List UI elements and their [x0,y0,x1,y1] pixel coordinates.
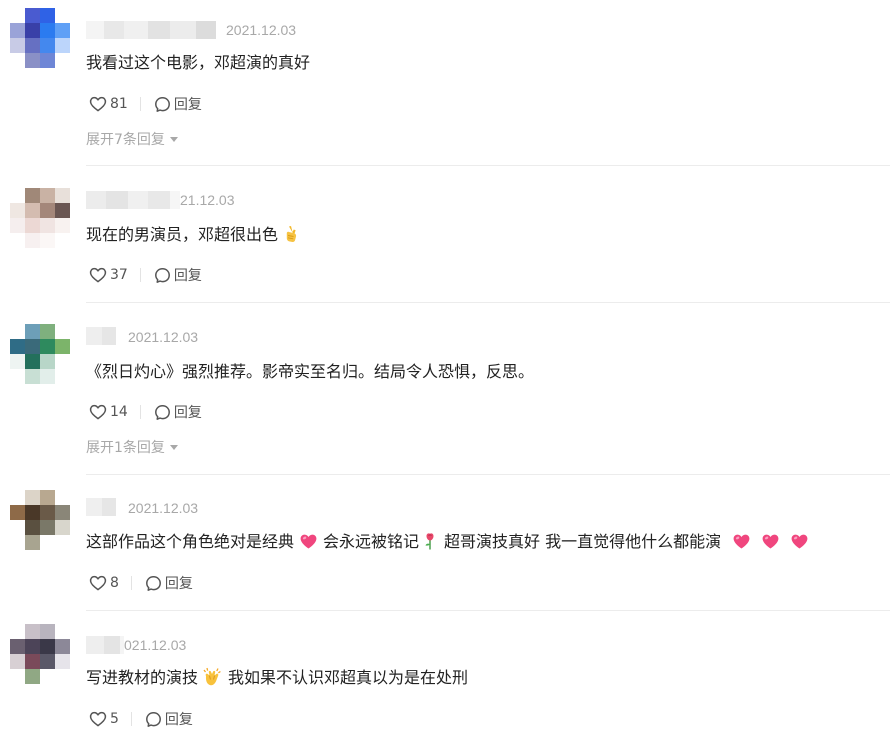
clapping-hands-emoji-icon [203,667,221,686]
expand-replies-label: 展开1条回复 [86,440,165,456]
comment-bubble-icon [154,404,171,421]
avatar[interactable] [10,324,70,384]
heart-outline-icon [89,711,107,727]
action-separator [139,97,141,111]
comment-date: 2021.12.03 [226,22,297,38]
comment-bubble-icon [145,575,162,592]
caret-down-icon [169,444,178,450]
comment-actions: 8 回复 [89,573,193,593]
crossed-fingers-emoji-icon [286,226,297,243]
like-button[interactable]: 81 [89,96,128,112]
username-blurred[interactable] [86,191,180,209]
heart-outline-icon [89,96,107,112]
pink-heart-emoji-icon [300,534,317,549]
reply-label: 回复 [173,97,202,113]
pink-heart-emoji-icon [791,534,808,549]
heart-outline-icon [89,404,107,420]
like-button[interactable]: 8 [89,575,119,591]
action-separator [130,576,132,590]
heart-outline-icon [89,575,107,591]
comment-divider [86,610,890,611]
reply-button[interactable]: 回复 [154,94,202,114]
action-separator [139,405,141,419]
comment-actions: 81 回复 [89,94,202,114]
like-count: 37 [110,267,128,283]
comment-text: 现在的男演员，邓超很出色 [86,223,298,247]
comment-actions: 37 回复 [89,265,202,285]
comment-bubble-icon [154,267,171,284]
caret-down-icon [169,136,178,142]
comment-actions: 14 回复 [89,402,202,422]
avatar[interactable] [10,624,70,684]
like-button[interactable]: 14 [89,404,128,420]
comment-bubble-icon [154,96,171,113]
avatar[interactable] [10,188,70,248]
avatar[interactable] [10,490,70,550]
expand-replies-button[interactable]: 展开1条回复 [86,437,178,457]
comment-text: 写进教材的演技 我如果不认识邓超真以为是在处刑 [86,666,468,690]
comment-divider [86,474,890,475]
reply-button[interactable]: 回复 [154,265,202,285]
like-count: 14 [110,404,128,420]
pink-heart-emoji-icon [733,534,750,549]
like-count: 5 [110,711,119,727]
like-button[interactable]: 5 [89,711,119,727]
avatar[interactable] [10,8,70,68]
reply-button[interactable]: 回复 [145,709,193,729]
comment-text-part: 超哥演技真好 我一直觉得他什么都能演 [444,532,722,551]
comment-actions: 5 回复 [89,709,193,729]
reply-label: 回复 [173,405,202,421]
username-blurred[interactable] [86,498,116,516]
comment-date: 21.12.03 [180,192,235,208]
comment-divider [86,302,890,303]
comment-text-content: 现在的男演员，邓超很出色 [86,225,279,244]
action-separator [130,712,132,726]
heart-outline-icon [89,267,107,283]
reply-button[interactable]: 回复 [154,402,202,422]
reply-label: 回复 [164,712,193,728]
rose-emoji-icon [425,533,434,550]
comment-text-part: 写进教材的演技 [86,668,199,687]
reply-label: 回复 [164,576,193,592]
expand-replies-label: 展开7条回复 [86,132,165,148]
like-count: 8 [110,575,119,591]
comment-date: 021.12.03 [124,637,187,653]
expand-replies-button[interactable]: 展开7条回复 [86,129,178,149]
reply-label: 回复 [173,268,202,284]
username-blurred[interactable] [86,21,216,39]
action-separator [139,268,141,282]
comment-date: 2021.12.03 [128,329,199,345]
like-count: 81 [110,96,128,112]
username-blurred[interactable] [86,636,124,654]
reply-button[interactable]: 回复 [145,573,193,593]
comment-text-part: 这部作品这个角色绝对是经典 [86,532,295,551]
comment-date: 2021.12.03 [128,500,199,516]
comment-text-part: 会永远被铭记 [323,532,420,551]
comment-text: 这部作品这个角色绝对是经典 会永远被铭记 超哥演技真好 我一直觉得他什么都能演 [86,530,814,554]
comment-divider [86,165,890,166]
comment-text: 我看过这个电影，邓超演的真好 [86,53,311,72]
username-blurred[interactable] [86,327,116,345]
comment-text: 《烈日灼心》强烈推荐。影帝实至名归。结局令人恐惧，反思。 [86,362,535,381]
like-button[interactable]: 37 [89,267,128,283]
pink-heart-emoji-icon [762,534,779,549]
comment-text-part: 我如果不认识邓超真以为是在处刑 [228,668,469,687]
comment-bubble-icon [145,711,162,728]
